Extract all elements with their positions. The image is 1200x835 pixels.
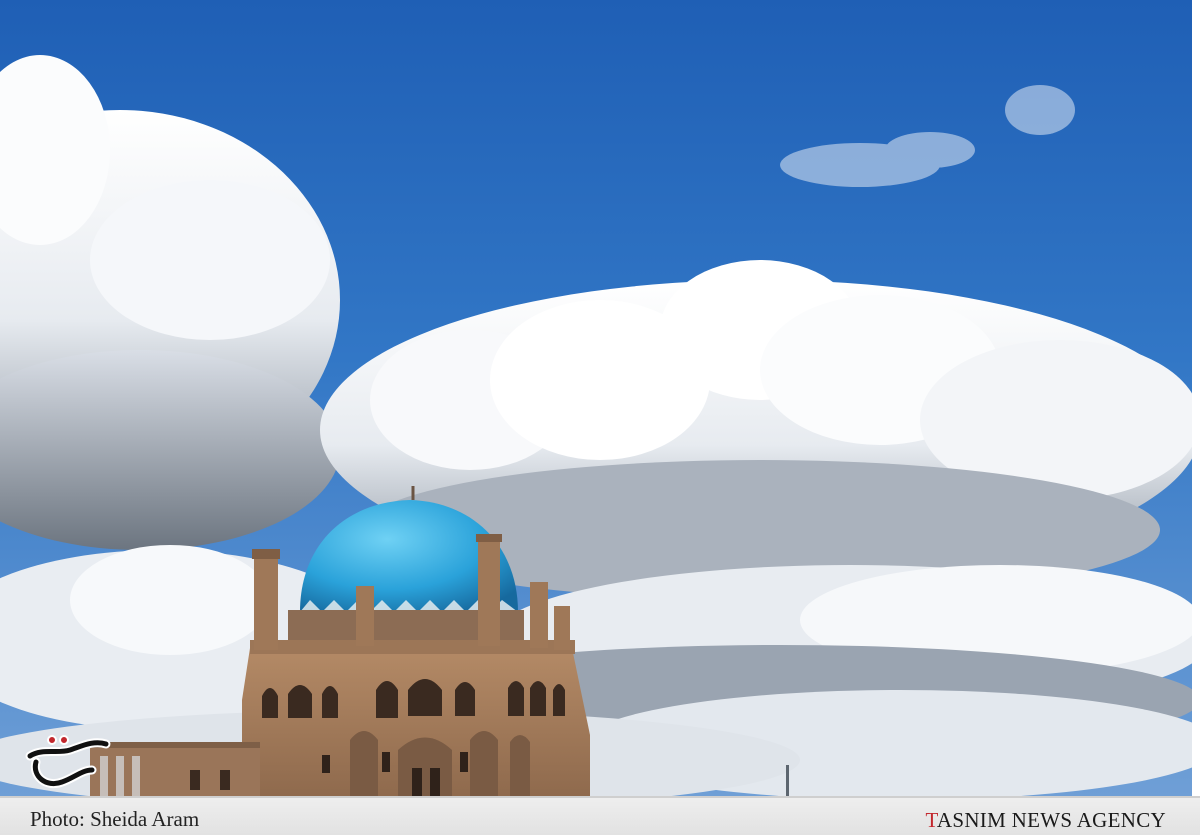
tasnim-calligraphy-logo-icon <box>25 735 111 788</box>
agency-rest: ASNIM NEWS AGENCY <box>936 808 1166 832</box>
agency-name: TASNIM NEWS AGENCY <box>925 808 1166 833</box>
caption-bar: Photo: Sheida Aram TASNIM NEWS AGENCY <box>0 796 1200 835</box>
photo-scene <box>0 0 1192 796</box>
photo-credit: Photo: Sheida Aram <box>30 807 200 831</box>
photo <box>0 0 1192 796</box>
photo-border <box>1192 0 1200 835</box>
agency-initial: T <box>925 808 937 832</box>
